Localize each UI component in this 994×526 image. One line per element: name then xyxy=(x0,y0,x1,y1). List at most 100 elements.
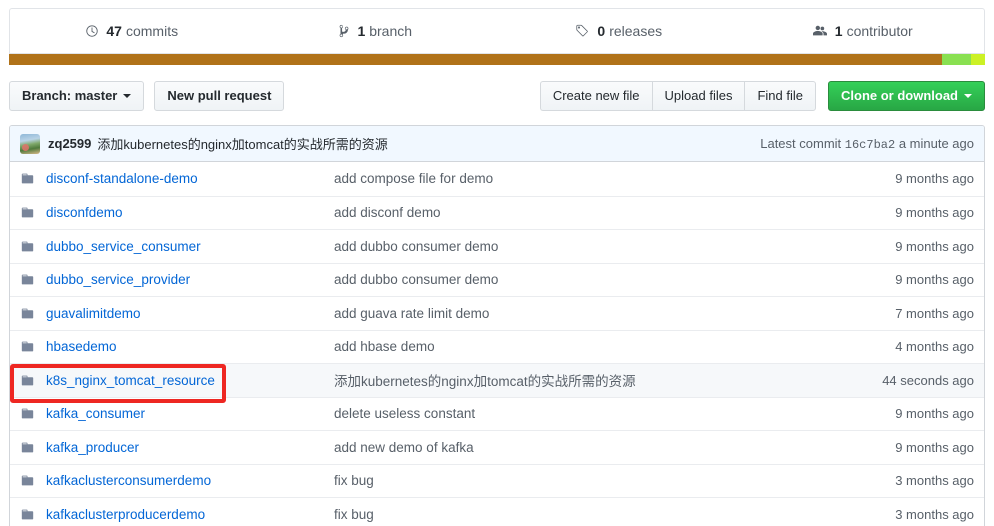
chevron-down-icon xyxy=(123,94,132,98)
history-icon xyxy=(85,24,99,38)
repo-toolbar: Branch: master New pull request Create n… xyxy=(9,79,985,113)
folder-icon xyxy=(20,340,36,353)
latest-commit-bar: zq2599 添加kubernetes的nginx加tomcat的实战所需的资源… xyxy=(10,126,984,162)
file-commit-age: 9 months ago xyxy=(895,272,974,288)
language-segment-shell[interactable] xyxy=(942,54,972,65)
file-name-link[interactable]: dubbo_service_consumer xyxy=(46,239,334,254)
stat-releases[interactable]: 0 releases xyxy=(497,9,741,53)
file-name-link[interactable]: hbasedemo xyxy=(46,339,334,354)
chevron-down-icon xyxy=(964,94,972,98)
clone-or-download-label: Clone or download xyxy=(841,88,958,103)
file-commit-message[interactable]: add hbase demo xyxy=(334,339,885,354)
file-commit-message[interactable]: add dubbo consumer demo xyxy=(334,272,885,287)
table-row: kafka_consumer delete useless constant 9 m… xyxy=(10,396,984,431)
table-row: disconfdemo add disconf demo 9 months ago xyxy=(10,195,984,230)
stat-commits-label: commits xyxy=(125,23,179,39)
file-name-link[interactable]: disconf-standalone-demo xyxy=(46,171,334,186)
branch-selector-button[interactable]: Branch: master xyxy=(9,81,145,111)
table-row: kafka_producer add new demo of kafka 9 mon… xyxy=(10,430,984,464)
people-icon xyxy=(812,24,828,38)
table-row: kafkaclusterproducerdemo fix bug 3 months … xyxy=(10,497,984,526)
table-row: dubbo_service_consumer add dubbo consumer… xyxy=(10,229,984,263)
file-listing: zq2599 添加kubernetes的nginx加tomcat的实战所需的资源… xyxy=(9,125,985,526)
file-commit-age: 7 months ago xyxy=(895,305,974,321)
file-name-link[interactable]: kafkaclusterproducerdemo xyxy=(46,507,334,522)
folder-icon xyxy=(20,508,36,521)
branch-selector-label: Branch: master xyxy=(22,88,118,103)
file-commit-message[interactable]: add compose file for demo xyxy=(334,171,885,186)
folder-icon xyxy=(20,441,36,454)
stat-branches-count: 1 xyxy=(357,23,366,39)
file-commit-message[interactable]: add new demo of kafka xyxy=(334,440,885,455)
repository-page: 47 commits 1 branch 0 releases 1 contrib… xyxy=(0,8,994,526)
language-segment-other[interactable] xyxy=(971,54,985,65)
file-name-link[interactable]: kafka_consumer xyxy=(46,406,334,421)
stat-branches-label: branch xyxy=(369,23,413,39)
file-commit-message[interactable]: 添加kubernetes的nginx加tomcat的实战所需的资源 xyxy=(334,370,872,390)
upload-files-button[interactable]: Upload files xyxy=(651,81,745,111)
file-commit-age: 9 months ago xyxy=(895,205,974,221)
git-branch-icon xyxy=(338,24,350,38)
stat-commits[interactable]: 47 commits xyxy=(10,9,254,53)
file-name-link[interactable]: dubbo_service_provider xyxy=(46,272,334,287)
file-commit-message[interactable]: fix bug xyxy=(334,507,885,522)
language-bar xyxy=(9,54,985,65)
table-row: disconf-standalone-demo add compose file … xyxy=(10,162,984,196)
file-commit-message[interactable]: add disconf demo xyxy=(334,205,885,220)
folder-icon xyxy=(20,240,36,253)
stat-branches[interactable]: 1 branch xyxy=(254,9,498,53)
file-commit-age: 3 months ago xyxy=(895,473,974,489)
file-commit-message[interactable]: add guava rate limit demo xyxy=(334,306,885,321)
file-commit-age: 3 months ago xyxy=(895,506,974,522)
commit-author[interactable]: zq2599 xyxy=(48,136,91,151)
tag-icon xyxy=(575,24,590,38)
file-name-link[interactable]: kafkaclusterconsumerdemo xyxy=(46,473,334,488)
stat-commits-count: 47 xyxy=(106,23,122,39)
folder-icon xyxy=(20,474,36,487)
table-row: guavalimitdemo add guava rate limit demo 7… xyxy=(10,296,984,330)
table-row: kafkaclusterconsumerdemo fix bug 3 months … xyxy=(10,463,984,498)
latest-commit-info: Latest commit 16c7ba2 a minute ago xyxy=(748,136,974,152)
file-commit-message[interactable]: fix bug xyxy=(334,473,885,488)
toolbar-left-group: Branch: master New pull request xyxy=(9,81,285,111)
new-pull-request-button[interactable]: New pull request xyxy=(154,81,285,111)
commit-sha[interactable]: 16c7ba2 xyxy=(845,138,895,152)
folder-icon xyxy=(20,307,36,320)
file-commit-age: 9 months ago xyxy=(895,171,974,187)
file-commit-age: 44 seconds ago xyxy=(882,372,974,388)
file-commit-age: 9 months ago xyxy=(895,439,974,455)
stat-contributors[interactable]: 1 contributor xyxy=(741,9,985,53)
stat-contributors-label: contributor xyxy=(846,23,913,39)
file-commit-message[interactable]: delete useless constant xyxy=(334,406,885,421)
stat-releases-label: releases xyxy=(609,23,663,39)
latest-commit-prefix: Latest commit xyxy=(760,135,842,151)
file-actions-group: Create new file Upload files Find file xyxy=(539,81,816,111)
file-name-link[interactable]: disconfdemo xyxy=(46,205,334,220)
table-row: k8s_nginx_tomcat_resource 添加kubernetes的ng… xyxy=(10,363,984,397)
file-name-link[interactable]: k8s_nginx_tomcat_resource xyxy=(46,373,334,388)
commit-time: a minute ago xyxy=(898,135,974,151)
folder-icon xyxy=(20,407,36,420)
find-file-button[interactable]: Find file xyxy=(744,81,816,111)
commit-message[interactable]: 添加kubernetes的nginx加tomcat的实战所需的资源 xyxy=(97,134,387,153)
file-commit-age: 9 months ago xyxy=(895,238,974,254)
stat-contributors-count: 1 xyxy=(834,23,843,39)
folder-icon xyxy=(20,374,36,387)
folder-icon xyxy=(20,172,36,185)
repo-stats-bar: 47 commits 1 branch 0 releases 1 contrib… xyxy=(9,8,985,54)
create-new-file-button[interactable]: Create new file xyxy=(539,81,652,111)
folder-icon xyxy=(20,273,36,286)
file-commit-message[interactable]: add dubbo consumer demo xyxy=(334,239,885,254)
clone-or-download-button[interactable]: Clone or download xyxy=(828,81,985,111)
stat-releases-count: 0 xyxy=(597,23,606,39)
table-row: dubbo_service_provider add dubbo consumer… xyxy=(10,262,984,297)
file-name-link[interactable]: guavalimitdemo xyxy=(46,306,334,321)
toolbar-right-group: Create new file Upload files Find file C… xyxy=(539,81,985,111)
file-commit-age: 4 months ago xyxy=(895,339,974,355)
table-row: hbasedemo add hbase demo 4 months ago xyxy=(10,329,984,364)
language-segment-java[interactable] xyxy=(9,54,943,65)
avatar[interactable] xyxy=(20,133,40,154)
file-rows-container: disconf-standalone-demo add compose file … xyxy=(10,162,984,526)
folder-icon xyxy=(20,206,36,219)
file-name-link[interactable]: kafka_producer xyxy=(46,440,334,455)
